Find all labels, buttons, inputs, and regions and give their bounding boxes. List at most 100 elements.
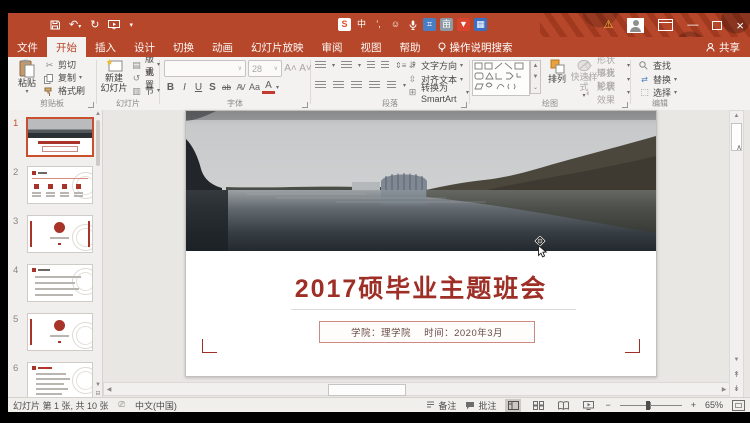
previous-slide-button[interactable]: ↟ [730, 370, 743, 379]
increase-font-icon[interactable]: A˄ [284, 62, 297, 76]
tab-insert[interactable]: 插入 [86, 37, 125, 57]
share-button[interactable]: 共享 [696, 37, 750, 57]
ime-emoji-icon[interactable]: ☺ [389, 18, 402, 31]
scroll-left-icon[interactable]: ◀ [104, 386, 114, 393]
horizontal-scrollbar[interactable]: ◀ ▶ [103, 382, 730, 396]
reading-view-button[interactable] [555, 399, 571, 412]
horizontal-scrollbar-thumb[interactable] [328, 384, 406, 396]
ime-logo-icon[interactable]: S [338, 18, 351, 31]
find-button[interactable]: 查找 [639, 59, 677, 72]
slide-subtitle-box[interactable]: 学院：理学院 时间：2020年3月 [319, 321, 535, 343]
increase-indent-button[interactable] [381, 61, 389, 70]
start-slideshow-icon[interactable] [108, 20, 120, 30]
ime-punctuation-icon[interactable]: ’, [372, 18, 385, 31]
change-case-button[interactable]: Aa [248, 80, 261, 94]
italic-button[interactable]: I [178, 80, 191, 94]
tab-home[interactable]: 开始 [47, 37, 86, 57]
comments-toggle[interactable]: 批注 [465, 399, 496, 412]
justify-button[interactable] [369, 81, 380, 90]
zoom-level[interactable]: 65% [705, 400, 723, 410]
strikethrough-button[interactable]: ab [220, 80, 233, 94]
language-status[interactable]: 中文(中国) [135, 399, 177, 412]
columns-button[interactable] [387, 81, 396, 90]
ribbon-display-options-icon[interactable] [658, 19, 673, 31]
slide-thumbnail-4[interactable] [27, 264, 93, 302]
copy-button[interactable]: 复制▾ [44, 72, 85, 85]
zoom-slider[interactable] [620, 399, 682, 412]
slide-photo[interactable] [186, 111, 656, 251]
arrange-button[interactable]: 排列 [544, 59, 570, 99]
ime-keyboard-icon[interactable]: ⌗ [423, 18, 436, 31]
tell-me-search[interactable]: 操作说明搜索 [430, 37, 521, 57]
align-center-button[interactable] [333, 81, 344, 90]
customize-qat-icon[interactable]: ▾ [129, 22, 133, 29]
font-dialog-launcher[interactable] [302, 102, 308, 108]
font-family-select[interactable]: ∨ [164, 60, 246, 77]
paste-button[interactable]: 粘贴 ▾ [12, 59, 42, 99]
restore-button[interactable] [712, 21, 722, 30]
collapse-ribbon-icon[interactable]: ∧ [736, 143, 742, 152]
warning-icon[interactable]: ⚠ [604, 20, 614, 31]
slide-thumbnail-3[interactable] [27, 215, 93, 253]
tab-view[interactable]: 视图 [352, 37, 391, 57]
vertical-scrollbar[interactable]: ▲ ▼ ↟ ↡ [729, 110, 744, 398]
reset-button[interactable]: ↺重置 [131, 72, 160, 85]
slide-thumbnail-1[interactable] [26, 117, 94, 157]
line-spacing-button[interactable]: ⇕≡ [395, 61, 406, 70]
bullets-button[interactable] [315, 61, 326, 70]
tab-transitions[interactable]: 切换 [164, 37, 203, 57]
cut-button[interactable]: ✂剪切 [44, 59, 85, 72]
scroll-right-icon[interactable]: ▶ [719, 386, 729, 393]
font-size-select[interactable]: 28∨ [248, 60, 282, 77]
new-slide-button[interactable]: 新建 幻灯片 [98, 59, 130, 99]
tab-animations[interactable]: 动画 [203, 37, 242, 57]
zoom-in-button[interactable]: + [691, 400, 696, 410]
slideshow-view-button[interactable] [580, 399, 596, 412]
save-icon[interactable] [50, 20, 60, 30]
align-right-button[interactable] [351, 81, 362, 90]
ime-toolbox-icon[interactable]: ▦ [474, 18, 487, 31]
tab-design[interactable]: 设计 [125, 37, 164, 57]
clipboard-dialog-launcher[interactable] [88, 102, 94, 108]
tab-review[interactable]: 审阅 [313, 37, 352, 57]
slide-canvas[interactable]: 2017硕毕业主题班会 学院：理学院 时间：2020年3月 [185, 110, 657, 377]
tab-file[interactable]: 文件 [8, 37, 47, 57]
slide-thumbnail-2[interactable] [27, 166, 93, 204]
slide-title-text[interactable]: 2017硕毕业主题班会 [186, 269, 656, 305]
panel-scrollbar-thumb[interactable] [96, 120, 100, 166]
normal-view-button[interactable] [505, 399, 521, 412]
text-direction-button[interactable]: ⇵文字方向▾ [407, 59, 469, 72]
scroll-down-icon[interactable]: ▼ [730, 357, 743, 363]
decrease-indent-button[interactable] [367, 61, 375, 70]
ime-tools-icon[interactable]: 亩 [440, 18, 453, 31]
format-painter-button[interactable]: 格式刷 [44, 85, 85, 98]
minimize-button[interactable]: — [687, 20, 698, 31]
text-shadow-button[interactable]: S [206, 80, 219, 94]
ime-mic-icon[interactable] [406, 18, 419, 31]
ime-mode-icon[interactable]: 中 [355, 18, 368, 31]
scroll-up-icon[interactable]: ▲ [730, 113, 743, 119]
tab-help[interactable]: 帮助 [391, 37, 430, 57]
shapes-gallery-scroll[interactable]: ▲▼⌄ [530, 60, 541, 94]
close-button[interactable]: × [736, 19, 744, 32]
slide-thumbnail-6[interactable] [27, 362, 93, 400]
slide-sorter-view-button[interactable] [530, 399, 546, 412]
font-color-button[interactable]: A [262, 80, 275, 94]
fit-slide-to-window-icon[interactable] [732, 400, 745, 411]
drawing-dialog-launcher[interactable] [622, 102, 628, 108]
panel-scrollbar[interactable]: ▲ ▼ ⊟ [94, 110, 102, 398]
account-avatar[interactable] [627, 18, 644, 33]
bold-button[interactable]: B [164, 80, 177, 94]
accessibility-icon[interactable]: ⎚ [119, 400, 125, 410]
paragraph-dialog-launcher[interactable] [461, 102, 467, 108]
tab-slideshow[interactable]: 幻灯片放映 [242, 37, 313, 57]
character-spacing-button[interactable]: AV [234, 80, 247, 94]
align-left-button[interactable] [315, 81, 326, 90]
underline-button[interactable]: U [192, 80, 205, 94]
zoom-slider-thumb[interactable] [646, 401, 650, 410]
redo-icon[interactable]: ↻ [90, 20, 99, 31]
replace-button[interactable]: ⇄替换▾ [639, 73, 677, 86]
slide-thumbnail-5[interactable] [27, 313, 93, 351]
undo-icon[interactable]: ↶▾ [69, 20, 81, 31]
shapes-gallery[interactable] [472, 60, 530, 96]
